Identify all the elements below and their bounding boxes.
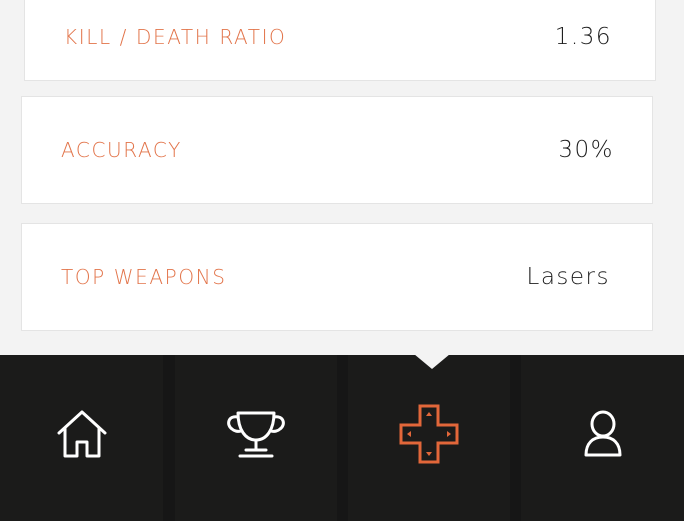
home-icon: [57, 410, 106, 458]
stat-card-kill-death: KILL / DEATH RATIO 1.36: [24, 0, 656, 81]
gamepad-cross-icon: [399, 404, 459, 464]
stat-value: Lasers: [526, 264, 610, 290]
stat-value: 1.36: [554, 24, 612, 50]
stat-card-accuracy: ACCURACY 30%: [21, 96, 653, 204]
stat-label: KILL / DEATH RATIO: [64, 25, 287, 49]
active-tab-pointer: [414, 354, 450, 369]
tab-game[interactable]: [348, 355, 510, 521]
user-icon: [584, 410, 621, 457]
tab-trophy[interactable]: [175, 355, 337, 521]
stat-value: 30%: [558, 137, 614, 163]
stat-card-top-weapons: TOP WEAPONS Lasers: [21, 223, 653, 331]
trophy-icon: [227, 411, 285, 458]
bottom-tab-bar: [0, 355, 684, 521]
tab-home[interactable]: [0, 355, 163, 521]
stat-label: ACCURACY: [61, 138, 182, 162]
stat-label: TOP WEAPONS: [61, 265, 227, 289]
tab-profile[interactable]: [521, 355, 684, 521]
